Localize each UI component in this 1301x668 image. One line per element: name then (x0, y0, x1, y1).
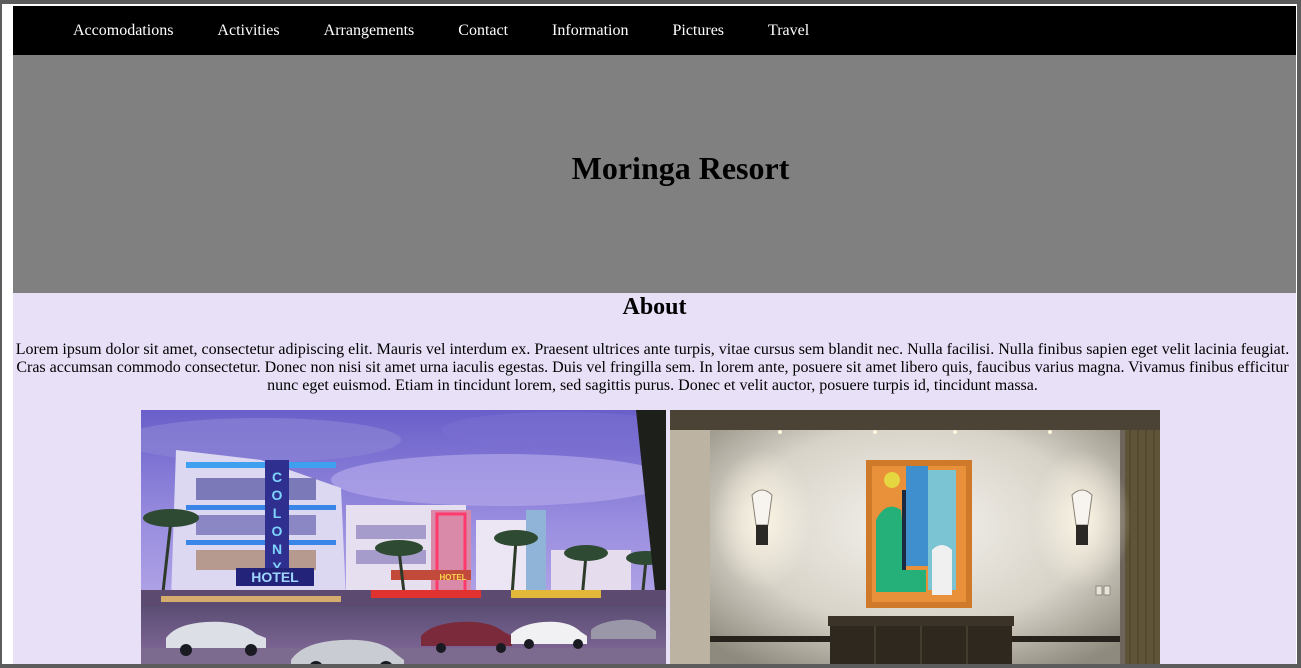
resort-page: Accomodations Activities Arrangements Co… (13, 6, 1296, 664)
colony-sign-letter-o2: O (272, 523, 283, 539)
about-paragraph: Lorem ipsum dolor sit amet, consectetur … (15, 341, 1290, 394)
colony-sign-letter-c: C (272, 469, 282, 485)
colony-hotel-sign: HOTEL (251, 569, 299, 585)
hero-banner: Moringa Resort (13, 55, 1296, 293)
nav-link-activities[interactable]: Activities (217, 22, 279, 40)
nav-link-arrangements[interactable]: Arrangements (324, 22, 415, 40)
about-section: About Lorem ipsum dolor sit amet, consec… (13, 293, 1296, 395)
nav-link-contact[interactable]: Contact (458, 22, 508, 40)
top-navbar: Accomodations Activities Arrangements Co… (13, 6, 1296, 55)
hotel-lobby-photo (670, 410, 1160, 664)
hotel-exterior-photo: C O L O N Y HOTEL HOTEL (141, 410, 666, 664)
nav-link-accomodations[interactable]: Accomodations (73, 22, 173, 40)
nav-link-pictures[interactable]: Pictures (672, 22, 724, 40)
second-hotel-sign: HOTEL (439, 573, 466, 582)
colony-sign-letter-n: N (272, 541, 282, 557)
site-title: Moringa Resort (571, 150, 790, 186)
nav-link-travel[interactable]: Travel (768, 22, 809, 40)
colony-sign-letter-l: L (273, 505, 282, 521)
photo-gallery: C O L O N Y HOTEL HOTEL (141, 410, 1161, 664)
nav-link-information[interactable]: Information (552, 22, 628, 40)
about-heading: About (622, 294, 687, 320)
colony-sign-letter-o: O (272, 487, 283, 503)
